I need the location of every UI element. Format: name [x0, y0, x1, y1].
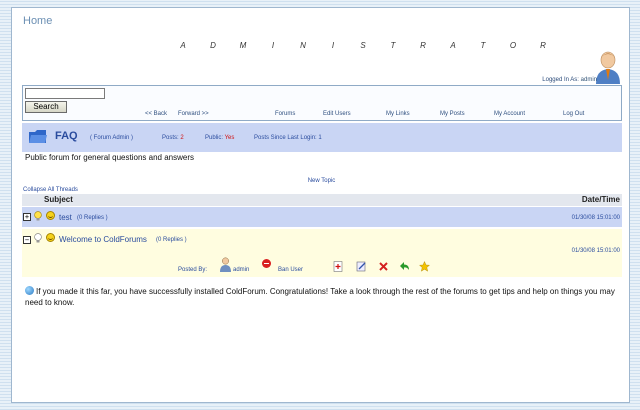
thread-date: 01/30/08 15:01:00 [571, 248, 620, 254]
post-message-text: If you made it this far, you have succes… [25, 287, 615, 307]
smiley-icon [46, 233, 55, 242]
search-input[interactable] [25, 88, 105, 99]
forum-title[interactable]: FAQ [55, 130, 78, 142]
posts-label: Posts: [162, 135, 179, 141]
title-letter: M [239, 41, 249, 50]
user-icon [220, 257, 231, 272]
title-letter: N [300, 41, 308, 50]
ban-user-link[interactable]: Ban User [278, 267, 303, 273]
login-label: Logged In As: [542, 77, 579, 83]
forum-header: FAQ ( Forum Admin ) Posts: 2 Public: Yes… [22, 123, 622, 152]
delete-icon[interactable] [378, 261, 389, 272]
public-stat: Public: Yes [205, 135, 234, 141]
thread-row: − Welcome to ColdForums (0 Replies ) 01/… [22, 229, 622, 277]
user-avatar-icon [596, 51, 620, 84]
title-letter: T [480, 41, 488, 50]
posts-value: 2 [180, 135, 184, 141]
nav-my-posts[interactable]: My Posts [440, 111, 465, 117]
since-label: Posts Since Last Login: [254, 135, 317, 141]
page-container: Home A D M I N I S T R A T O R Logged In As: admin S… [11, 7, 630, 403]
post-message: If you made it this far, you have succes… [25, 286, 615, 308]
forum-admin-link[interactable]: ( Forum Admin ) [90, 135, 133, 141]
edit-icon[interactable] [356, 261, 367, 272]
public-label: Public: [205, 135, 224, 141]
reply-icon[interactable] [399, 261, 410, 272]
home-link[interactable]: Home [23, 15, 52, 27]
nav-edit-users[interactable]: Edit Users [323, 111, 351, 117]
folder-icon [29, 130, 47, 143]
forum-description: Public forum for general questions and a… [25, 153, 194, 162]
thread-replies: (0 Replies ) [77, 215, 108, 221]
subject-header: Subject [44, 195, 73, 204]
thread-title-link[interactable]: test [59, 213, 72, 222]
nav-links: << Back Forward >> Forums Edit Users My … [23, 111, 623, 119]
thread-table-header: Subject Date/Time [22, 194, 622, 206]
navigation-bar: Search << Back Forward >> Forums Edit Us… [22, 85, 622, 121]
login-info: Logged In As: admin [542, 77, 597, 83]
nav-log-out[interactable]: Log Out [563, 111, 584, 117]
since-login-stat: Posts Since Last Login: 1 [254, 135, 322, 141]
date-header: Date/Time [581, 195, 620, 204]
title-letter: I [271, 41, 277, 50]
public-value: Yes [224, 135, 235, 141]
nav-forward[interactable]: Forward >> [178, 111, 209, 117]
thread-replies: (0 Replies ) [156, 237, 187, 243]
nav-my-links[interactable]: My Links [386, 111, 410, 117]
smiley-icon [46, 211, 55, 220]
title-letter: D [210, 41, 218, 50]
star-icon[interactable] [419, 261, 430, 272]
expand-icon[interactable]: + [23, 213, 31, 221]
bulb-icon [34, 211, 42, 221]
thread-row: + test (0 Replies ) 01/30/08 15:01:00 [22, 207, 622, 227]
posts-stat: Posts: 2 [162, 135, 184, 141]
new-topic-link[interactable]: New Topic [12, 178, 631, 184]
thread-title-link[interactable]: Welcome to ColdForums [59, 235, 147, 244]
title-letter: A [180, 41, 188, 50]
title-letter: R [420, 41, 428, 50]
title-letter: A [450, 41, 458, 50]
author-link[interactable]: admin [233, 267, 249, 273]
since-value: 1 [318, 135, 322, 141]
thread-date: 01/30/08 15:01:00 [571, 215, 620, 221]
posted-by-label: Posted By: [178, 267, 208, 273]
title-letter: I [331, 41, 337, 50]
ban-icon[interactable] [262, 259, 271, 268]
nav-back[interactable]: << Back [145, 111, 167, 117]
title-letter: R [540, 41, 548, 50]
bulb-icon [34, 233, 42, 243]
nav-my-account[interactable]: My Account [494, 111, 525, 117]
title-letter: T [390, 41, 398, 50]
title-letter: S [360, 41, 368, 50]
new-post-icon[interactable] [333, 261, 344, 272]
nav-forums[interactable]: Forums [275, 111, 295, 117]
collapse-all-link[interactable]: Collapse All Threads [23, 187, 78, 193]
globe-icon [25, 286, 34, 295]
title-letter: O [509, 41, 519, 50]
administrator-title: ADMINISTRATOR [169, 41, 559, 50]
login-user-link[interactable]: admin [581, 77, 597, 83]
collapse-icon[interactable]: − [23, 236, 31, 244]
